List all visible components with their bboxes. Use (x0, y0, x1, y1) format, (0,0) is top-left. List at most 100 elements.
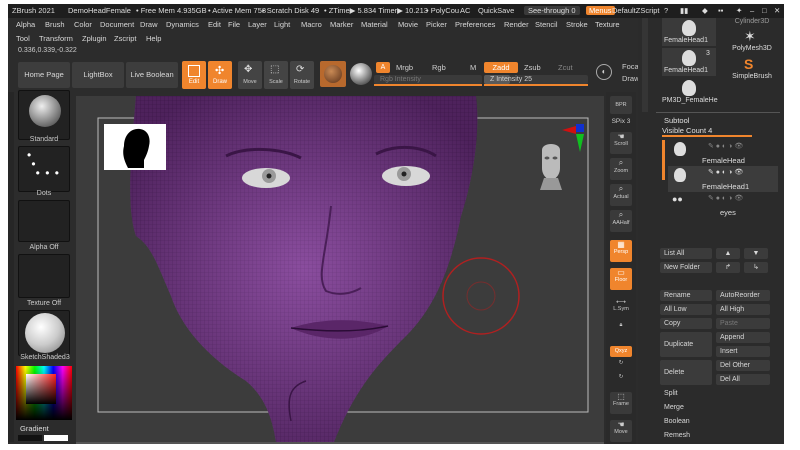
primary-color-swatch[interactable] (18, 435, 42, 441)
copy-button[interactable]: Copy (660, 318, 712, 329)
menu-marker[interactable]: Marker (330, 20, 353, 29)
spix-slider[interactable]: SPix 3 (608, 118, 634, 125)
menu-tool[interactable]: Tool (16, 34, 30, 43)
menus-button[interactable]: Menus (586, 6, 615, 15)
menu-macro[interactable]: Macro (301, 20, 322, 29)
perspective-button[interactable]: ▦ Persp (610, 240, 632, 262)
settings-icon[interactable]: ✦ (736, 6, 742, 15)
frame-button[interactable]: ⬚ Frame (610, 392, 632, 414)
duplicate-button[interactable]: Duplicate (660, 332, 712, 357)
remesh-button[interactable]: Remesh (660, 430, 770, 441)
subtool-item-eyes[interactable]: ●● ✎ ● ◐ ◑ 👁︎ eyes (668, 192, 778, 218)
scroll-button[interactable]: ☚ Scroll (610, 132, 632, 154)
menu-color[interactable]: Color (74, 20, 92, 29)
color-picker-square[interactable] (26, 374, 56, 404)
menu-alpha[interactable]: Alpha (16, 20, 35, 29)
menu-stencil[interactable]: Stencil (535, 20, 558, 29)
del-other-button[interactable]: Del Other (716, 360, 770, 371)
boolean-button[interactable]: Boolean (660, 416, 770, 427)
subtool-visibility-icons[interactable]: ✎ ● ◐ ◑ 👁︎ (708, 142, 743, 150)
m-button[interactable]: M (470, 63, 476, 72)
texture-tile[interactable] (18, 254, 70, 298)
tool-thumb-pm3d[interactable]: PM3D_FemaleHe (662, 78, 722, 106)
append-button[interactable]: Append (716, 332, 770, 343)
close-icon[interactable]: ✕ (774, 6, 780, 15)
move-up-icon[interactable]: ▲ (716, 248, 740, 259)
color-picker[interactable] (16, 366, 72, 420)
mrgb-button[interactable]: Mrgb (396, 63, 413, 72)
draw-button[interactable]: ✣ Draw (208, 61, 232, 89)
cylinder3d-thumb[interactable]: Cylinder3D (724, 18, 780, 26)
lightbox-button[interactable]: LightBox (72, 62, 124, 88)
rename-button[interactable]: Rename (660, 290, 712, 301)
secondary-color-swatch[interactable] (44, 435, 68, 441)
lock-icon[interactable]: 🔒︎ (610, 322, 632, 340)
default-zscript-button[interactable]: DefaultZScript (612, 6, 660, 15)
menu-zplugin[interactable]: Zplugin (82, 34, 107, 43)
move-button[interactable]: ✥ Move (238, 61, 262, 89)
tray-scroll-handle[interactable] (642, 18, 648, 112)
menu-movie[interactable]: Movie (398, 20, 418, 29)
rgb-intensity-slider[interactable]: Rgb Intensity (374, 75, 482, 84)
menu-dynamics[interactable]: Dynamics (166, 20, 199, 29)
menu-document[interactable]: Document (100, 20, 134, 29)
menu-texture[interactable]: Texture (595, 20, 620, 29)
draw-size-slider[interactable]: Draw (622, 74, 640, 83)
zcut-button[interactable]: Zcut (558, 63, 573, 72)
zoom-button[interactable]: ⌕ Zoom (610, 158, 632, 180)
xyz-rotate-button[interactable]: Qxyz (610, 346, 632, 357)
autoreorder-button[interactable]: AutoReorder (716, 290, 770, 301)
home-page-button[interactable]: Home Page (18, 62, 70, 88)
move-view-button[interactable]: ☚ Move (610, 420, 632, 442)
menu-material[interactable]: Material (361, 20, 388, 29)
move-down-icon[interactable]: ▼ (744, 248, 768, 259)
stroke-tile[interactable]: • • • • • (18, 146, 70, 192)
menu-stroke[interactable]: Stroke (566, 20, 588, 29)
del-all-button[interactable]: Del All (716, 374, 770, 385)
aahalf-button[interactable]: ⌕ AAHalf (610, 210, 632, 232)
rotate-button[interactable]: ⟳ Rotate (290, 61, 314, 89)
polymesh3d-thumb[interactable]: ✶ PolyMesh3D (724, 28, 780, 56)
see-through-slider[interactable]: See-through 0 (524, 6, 580, 15)
restore-icon[interactable]: ▪▪ (718, 6, 723, 15)
subtool-item-femalehead1[interactable]: ✎ ● ◐ ◑ 👁︎ FemaleHead1 (668, 166, 778, 192)
menu-layer[interactable]: Layer (248, 20, 267, 29)
insert-button[interactable]: Insert (716, 346, 770, 357)
split-button[interactable]: Split (660, 388, 770, 399)
layout-icon[interactable]: ▮▮ (680, 6, 688, 15)
menu-file[interactable]: File (228, 20, 240, 29)
subtool-visibility-icons[interactable]: ✎ ● ◐ ◑ 👁︎ (708, 168, 743, 176)
bpr-button[interactable]: BPR (610, 96, 632, 114)
brush-tile[interactable] (18, 90, 70, 140)
all-high-button[interactable]: All High (716, 304, 770, 315)
list-all-button[interactable]: List All (660, 248, 712, 259)
delete-button[interactable]: Delete (660, 360, 712, 385)
merge-button[interactable]: Merge (660, 402, 770, 413)
focal-shift-icon[interactable]: ◐ (596, 64, 612, 80)
minimize-icon[interactable]: – (750, 6, 754, 15)
a-toggle[interactable]: A (376, 62, 390, 73)
subtool-visibility-icons[interactable]: ✎ ● ◐ ◑ 👁︎ (708, 194, 743, 202)
rotate-z-icon[interactable]: ↻ (610, 374, 632, 386)
folder-down-icon[interactable]: ↳ (744, 262, 768, 273)
new-folder-button[interactable]: New Folder (660, 262, 712, 273)
rgb-button[interactable]: Rgb (432, 63, 446, 72)
menu-help[interactable]: Help (146, 34, 161, 43)
scale-button[interactable]: ⬚ Scale (264, 61, 288, 89)
subtool-item-femalehead[interactable]: ✎ ● ◐ ◑ 👁︎ FemaleHead (668, 140, 778, 166)
simplebrush-thumb[interactable]: S SimpleBrush (724, 56, 780, 84)
menu-zscript[interactable]: Zscript (114, 34, 137, 43)
menu-brush[interactable]: Brush (45, 20, 65, 29)
help-icon[interactable]: ? (664, 6, 668, 15)
focal-shift-slider[interactable]: Foca (622, 62, 639, 71)
local-symmetry-button[interactable]: ⟷ L.Sym (610, 298, 632, 318)
menu-preferences[interactable]: Preferences (455, 20, 495, 29)
document-canvas[interactable] (76, 96, 604, 442)
tool-thumb-femalehead1-b[interactable]: 3 FemaleHead1 (662, 48, 716, 76)
actual-button[interactable]: ⌕ Actual (610, 184, 632, 206)
menu-light[interactable]: Light (274, 20, 290, 29)
subtool-title[interactable]: Subtool (664, 116, 689, 125)
palette-icon[interactable]: ◆ (702, 6, 708, 15)
quicksave-button[interactable]: QuickSave (478, 6, 514, 15)
paste-button[interactable]: Paste (716, 318, 770, 329)
